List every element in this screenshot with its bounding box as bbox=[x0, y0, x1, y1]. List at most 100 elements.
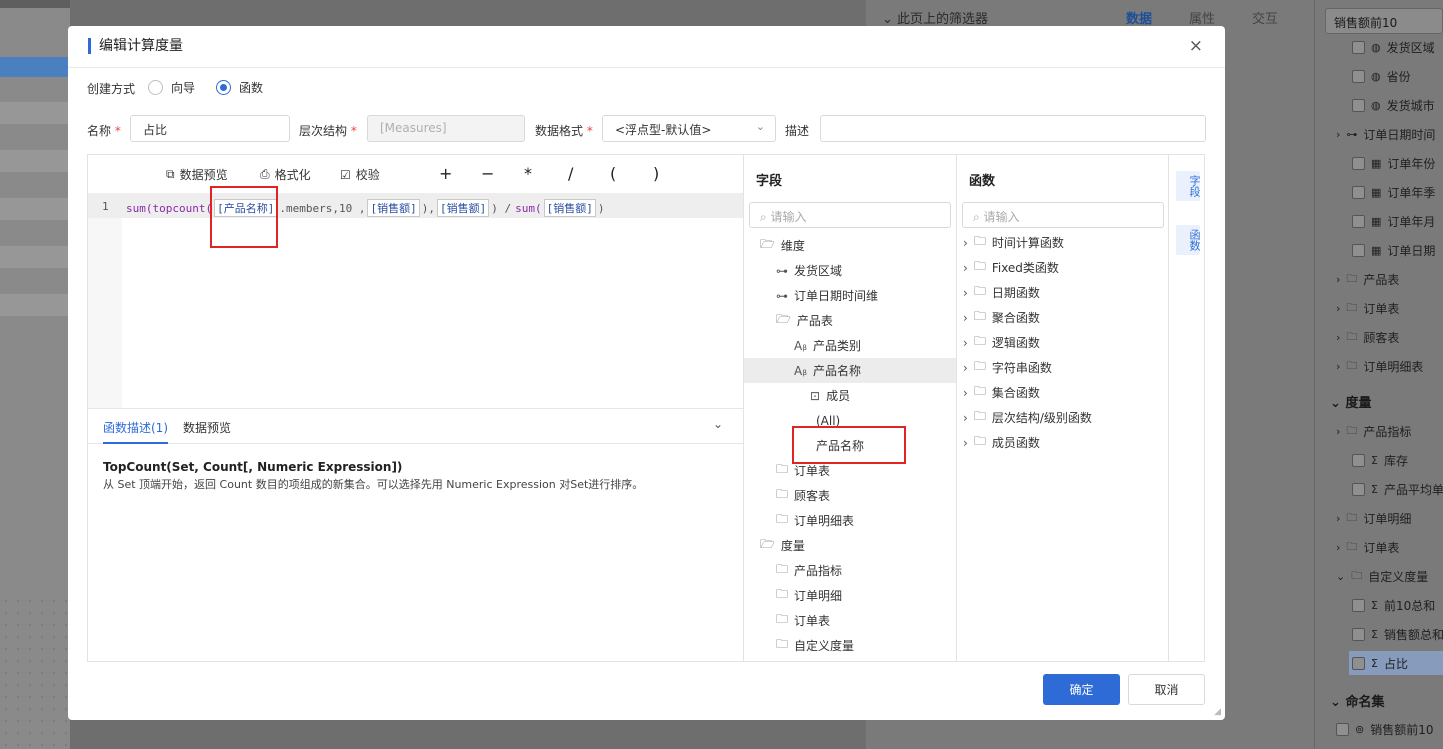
format-button[interactable]: ⎙ 格式化 bbox=[260, 166, 311, 183]
radio-function[interactable]: 函数 bbox=[216, 79, 263, 96]
chevron-down-icon[interactable]: ⌄ bbox=[1330, 396, 1341, 411]
function-tree-item[interactable]: › 🗀 时间计算函数 bbox=[957, 230, 1169, 255]
chevron-right-icon[interactable]: › bbox=[963, 436, 968, 450]
field-tree-item[interactable]: Aᵦ 产品名称 bbox=[744, 358, 956, 383]
function-tree-item[interactable]: › 🗀 聚合函数 bbox=[957, 305, 1169, 330]
field-tree-item[interactable]: Aᵦ 产品类别 bbox=[744, 333, 956, 358]
field-tree-item[interactable]: 🗀 产品指标 bbox=[744, 558, 956, 583]
checkbox[interactable] bbox=[1352, 656, 1365, 670]
field-tree-item[interactable]: 🗀 自定义度量 bbox=[744, 633, 956, 658]
code-field-token[interactable]: [销售额] bbox=[367, 199, 420, 217]
resize-handle-icon[interactable]: ◢ bbox=[1214, 707, 1221, 717]
right-measure-item[interactable]: › 🗀 订单明细 bbox=[1336, 506, 1411, 530]
function-tree-item[interactable]: › 🗀 Fixed类函数 bbox=[957, 255, 1169, 280]
checkbox[interactable] bbox=[1352, 453, 1365, 467]
chevron-right-icon[interactable]: › bbox=[963, 261, 968, 275]
function-search-input[interactable]: ⌕ 请输入 bbox=[962, 202, 1164, 228]
checkbox[interactable] bbox=[1352, 243, 1365, 257]
right-list-item[interactable]: › 🗀 订单明细表 bbox=[1336, 354, 1423, 378]
function-tree-item[interactable]: › 🗀 日期函数 bbox=[957, 280, 1169, 305]
chevron-right-icon[interactable]: › bbox=[963, 336, 968, 350]
chevron-down-icon[interactable]: ⌄ bbox=[713, 417, 723, 431]
chevron-down-icon[interactable]: ⌄ bbox=[1336, 570, 1345, 583]
chevron-down-icon[interactable]: ⌄ bbox=[1330, 695, 1341, 710]
chevron-right-icon[interactable]: › bbox=[1336, 425, 1340, 438]
validate-button[interactable]: ☑ 校验 bbox=[340, 166, 380, 183]
right-list-item[interactable]: ▦ 订单日期 bbox=[1352, 238, 1435, 262]
right-measure-item[interactable]: Σ 库存 bbox=[1352, 448, 1408, 472]
cancel-button[interactable]: 取消 bbox=[1128, 674, 1205, 705]
right-list-item[interactable]: › 🗀 顾客表 bbox=[1336, 325, 1399, 349]
field-tree-item[interactable]: 🗁 产品表 bbox=[744, 308, 956, 333]
chevron-right-icon[interactable]: › bbox=[1336, 302, 1340, 315]
chevron-right-icon[interactable]: › bbox=[1336, 512, 1340, 525]
field-tree-item[interactable]: ⊶ 发货区域 bbox=[744, 258, 956, 283]
checkbox[interactable] bbox=[1352, 69, 1365, 83]
radio-wizard-circle[interactable] bbox=[148, 80, 163, 95]
right-measure-item[interactable]: Σ 占比 bbox=[1349, 651, 1443, 675]
measure-group[interactable]: ⌄ 度量 bbox=[1330, 392, 1371, 411]
plus-operator-button[interactable]: + bbox=[439, 164, 452, 183]
field-tree-item[interactable]: 🗀 顾客表 bbox=[744, 483, 956, 508]
divide-operator-button[interactable]: / bbox=[568, 164, 573, 183]
side-tab-functions[interactable]: 函数 bbox=[1176, 225, 1201, 255]
checkbox[interactable] bbox=[1352, 156, 1365, 170]
chevron-right-icon[interactable]: › bbox=[1336, 128, 1340, 141]
right-list-item[interactable]: › 🗀 订单表 bbox=[1336, 296, 1399, 320]
close-paren-button[interactable]: ) bbox=[653, 164, 659, 183]
tab-function-description[interactable]: 函数描述(1) bbox=[103, 419, 168, 444]
function-tree-item[interactable]: › 🗀 字符串函数 bbox=[957, 355, 1169, 380]
code-field-token[interactable]: [销售额] bbox=[543, 199, 596, 217]
right-measure-item[interactable]: Σ 产品平均单 bbox=[1352, 477, 1443, 501]
checkbox[interactable] bbox=[1336, 722, 1349, 736]
tab-interaction[interactable]: 交互 bbox=[1252, 8, 1278, 27]
field-tree-item[interactable]: 🗀 订单表 bbox=[744, 608, 956, 633]
field-tree-item[interactable]: ⊶ 订单日期时间维 bbox=[744, 283, 956, 308]
function-tree-item[interactable]: › 🗀 逻辑函数 bbox=[957, 330, 1169, 355]
close-icon[interactable]: × bbox=[1189, 36, 1203, 56]
tab-data[interactable]: 数据 bbox=[1126, 8, 1152, 27]
checkbox[interactable] bbox=[1352, 598, 1365, 612]
field-search-input[interactable]: ⌕ 请输入 bbox=[749, 202, 951, 228]
field-tree-item[interactable]: 🗀 订单明细 bbox=[744, 583, 956, 608]
code-editor[interactable]: 1 sum( topcount( [产品名称] .members,10 , [销… bbox=[88, 193, 743, 408]
named-set-group[interactable]: ⌄ 命名集 bbox=[1330, 691, 1384, 710]
checkbox[interactable] bbox=[1352, 627, 1365, 641]
format-select[interactable]: <浮点型-默认值> ⌄ bbox=[602, 115, 776, 142]
multiply-operator-button[interactable]: * bbox=[524, 164, 532, 183]
field-tree-item[interactable]: 🗁 度量 bbox=[744, 533, 956, 558]
right-measure-item[interactable]: Σ 前10总和 bbox=[1352, 593, 1435, 617]
checkbox[interactable] bbox=[1352, 214, 1365, 228]
code-field-token[interactable]: [销售额] bbox=[436, 199, 490, 217]
chevron-right-icon[interactable]: › bbox=[1336, 360, 1340, 373]
open-paren-button[interactable]: ( bbox=[610, 164, 616, 183]
radio-wizard[interactable]: 向导 bbox=[148, 79, 195, 96]
chevron-right-icon[interactable]: › bbox=[963, 236, 968, 250]
code-line[interactable]: sum( topcount( [产品名称] .members,10 , [销售额… bbox=[126, 199, 604, 217]
right-list-item[interactable]: ▦ 订单年月 bbox=[1352, 209, 1435, 233]
ok-button[interactable]: 确定 bbox=[1043, 674, 1120, 705]
right-measure-item[interactable]: › 🗀 产品指标 bbox=[1336, 419, 1411, 443]
checkbox[interactable] bbox=[1352, 482, 1365, 496]
function-tree-item[interactable]: › 🗀 层次结构/级别函数 bbox=[957, 405, 1169, 430]
checkbox[interactable] bbox=[1352, 40, 1365, 54]
right-list-item[interactable]: ▦ 订单年份 bbox=[1352, 151, 1435, 175]
checkbox[interactable] bbox=[1352, 185, 1365, 199]
checkbox[interactable] bbox=[1352, 98, 1365, 112]
chevron-right-icon[interactable]: › bbox=[1336, 273, 1340, 286]
right-measure-item[interactable]: ⌄ 🗀 自定义度量 bbox=[1336, 564, 1428, 588]
field-tree-item[interactable]: ⊡ 成员 bbox=[744, 383, 956, 408]
chevron-right-icon[interactable]: › bbox=[963, 411, 968, 425]
right-measure-item[interactable]: Σ 销售额总和 bbox=[1352, 622, 1443, 646]
radio-function-circle[interactable] bbox=[216, 80, 231, 95]
right-search-input[interactable]: 销售额前10 bbox=[1325, 8, 1443, 34]
right-list-item[interactable]: ◍ 省份 bbox=[1352, 64, 1411, 88]
field-tree-item[interactable]: 🗀 订单明细表 bbox=[744, 508, 956, 533]
function-tree-item[interactable]: › 🗀 集合函数 bbox=[957, 380, 1169, 405]
chevron-right-icon[interactable]: › bbox=[963, 286, 968, 300]
chevron-right-icon[interactable]: › bbox=[963, 311, 968, 325]
named-set-item[interactable]: ⊚ 销售额前10 bbox=[1336, 717, 1434, 741]
description-input[interactable] bbox=[820, 115, 1206, 142]
right-list-item[interactable]: ◍ 发货城市 bbox=[1352, 93, 1435, 117]
preview-button[interactable]: ⧉ 数据预览 bbox=[166, 166, 228, 183]
